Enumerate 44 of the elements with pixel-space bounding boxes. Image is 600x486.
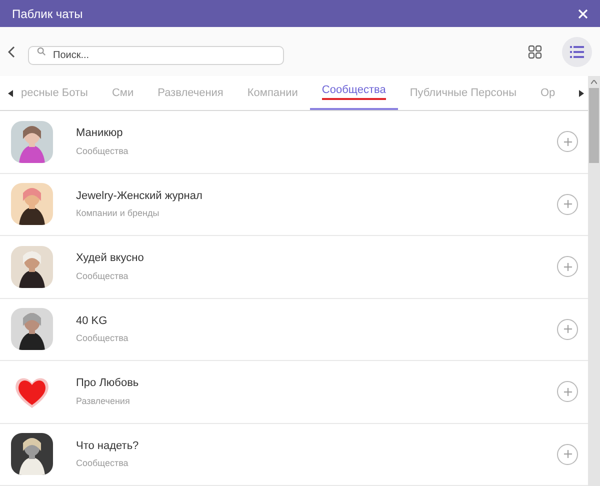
chat-name: Jewelry-Женский журнал <box>76 188 204 204</box>
window-title: Паблик чаты <box>12 6 83 22</box>
chat-row[interactable]: Про Любовь Развлечения <box>0 361 588 424</box>
chat-row[interactable]: 40 KG Сообщества <box>0 298 588 361</box>
plus-icon <box>564 200 572 208</box>
chat-category: Развлечения <box>76 394 131 408</box>
plus-icon <box>564 388 572 396</box>
add-button[interactable] <box>557 131 578 152</box>
list-view-button[interactable] <box>562 36 592 66</box>
plus-icon <box>564 325 572 334</box>
chat-name: 40 KG <box>76 314 108 329</box>
scroll-left-icon[interactable] <box>8 90 13 96</box>
search-field[interactable]: Поиск... <box>28 46 284 65</box>
plus-icon <box>564 262 572 271</box>
chat-name: Худей вкусно <box>76 251 145 266</box>
add-button[interactable] <box>557 194 578 215</box>
chat-name: Про Любовь <box>76 376 140 392</box>
plus-icon <box>564 450 572 458</box>
list-icon <box>570 46 584 58</box>
add-button[interactable] <box>557 256 578 278</box>
chat-name: Маникюр <box>76 126 124 142</box>
search-icon <box>37 47 46 56</box>
chat-row[interactable]: Худей вкусно Сообщества <box>0 236 588 298</box>
chat-name: Что надеть? <box>76 438 140 454</box>
plus-icon <box>564 138 572 146</box>
scrollbar[interactable] <box>588 76 600 486</box>
scroll-up-icon[interactable] <box>591 80 597 84</box>
close-icon[interactable] <box>578 8 588 18</box>
grid-icon <box>528 44 542 58</box>
chat-row[interactable]: Что надеть? Сообщества <box>0 424 588 486</box>
chat-category: Компании и бренды <box>76 207 160 220</box>
chat-row[interactable]: Маникюр Сообщества <box>0 111 588 174</box>
chat-category: Сообщества <box>76 270 130 283</box>
category-tab[interactable]: Сообщества <box>310 76 398 110</box>
scroll-right-icon[interactable] <box>579 90 584 96</box>
add-button[interactable] <box>557 381 578 402</box>
scrollbar-thumb[interactable] <box>589 88 599 163</box>
add-button[interactable] <box>557 444 578 465</box>
add-button[interactable] <box>557 318 578 340</box>
chat-category: Сообщества <box>76 332 130 346</box>
chat-category: Сообщества <box>76 457 130 470</box>
chat-row[interactable]: Jewelry-Женский журнал Компании и бренды <box>0 174 588 236</box>
chat-category: Сообщества <box>76 144 130 158</box>
back-icon[interactable] <box>8 46 16 58</box>
